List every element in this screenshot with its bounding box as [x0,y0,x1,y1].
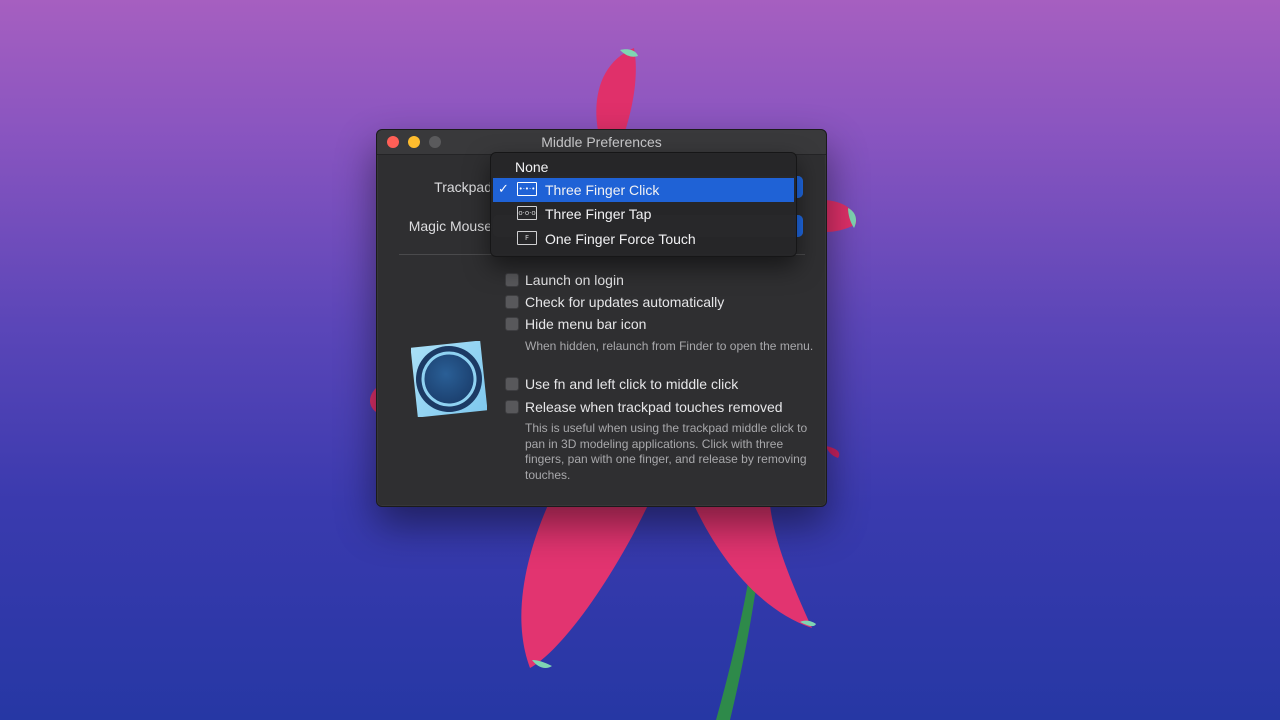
menu-item-none[interactable]: None [493,155,794,179]
check-updates-label: Check for updates automatically [525,294,725,310]
menu-item-label: None [515,159,549,175]
gesture-dropdown-menu: None ✓ •·•·• Three Finger Click o·o·o Th… [490,152,797,257]
three-finger-click-icon: •·•·• [517,182,537,196]
hide-menu-bar-help-text: When hidden, relaunch from Finder to ope… [525,339,814,353]
release-touches-label: Release when trackpad touches removed [525,399,783,415]
desktop: Middle Preferences Trackpad Magic Mouse [0,0,1280,720]
release-touches-help-text: This is useful when using the trackpad m… [525,421,808,482]
menu-item-three-finger-click[interactable]: ✓ •·•·• Three Finger Click [493,178,794,202]
check-updates-checkbox[interactable] [505,295,519,309]
three-finger-tap-icon: o·o·o [517,206,537,220]
trackpad-label: Trackpad [434,179,492,195]
menu-item-one-finger-force-touch[interactable]: F One Finger Force Touch [493,227,794,251]
hide-menu-bar-icon-checkbox[interactable] [505,317,519,331]
menu-item-three-finger-tap[interactable]: o·o·o Three Finger Tap [493,202,794,226]
release-touches-checkbox[interactable] [505,400,519,414]
launch-on-login-checkbox[interactable] [505,273,519,287]
menu-item-label: Three Finger Tap [545,206,652,222]
menu-item-label: Three Finger Click [545,182,660,198]
window-title: Middle Preferences [541,134,662,150]
launch-on-login-label: Launch on login [525,272,624,288]
menu-item-label: One Finger Force Touch [545,231,696,247]
app-icon [411,341,487,417]
force-touch-icon: F [517,231,537,245]
magic-mouse-label: Magic Mouse [408,218,492,234]
hide-menu-bar-icon-label: Hide menu bar icon [525,316,647,332]
fn-left-click-label: Use fn and left click to middle click [525,376,739,392]
checkmark-icon: ✓ [498,182,509,197]
fn-left-click-checkbox[interactable] [505,377,519,391]
